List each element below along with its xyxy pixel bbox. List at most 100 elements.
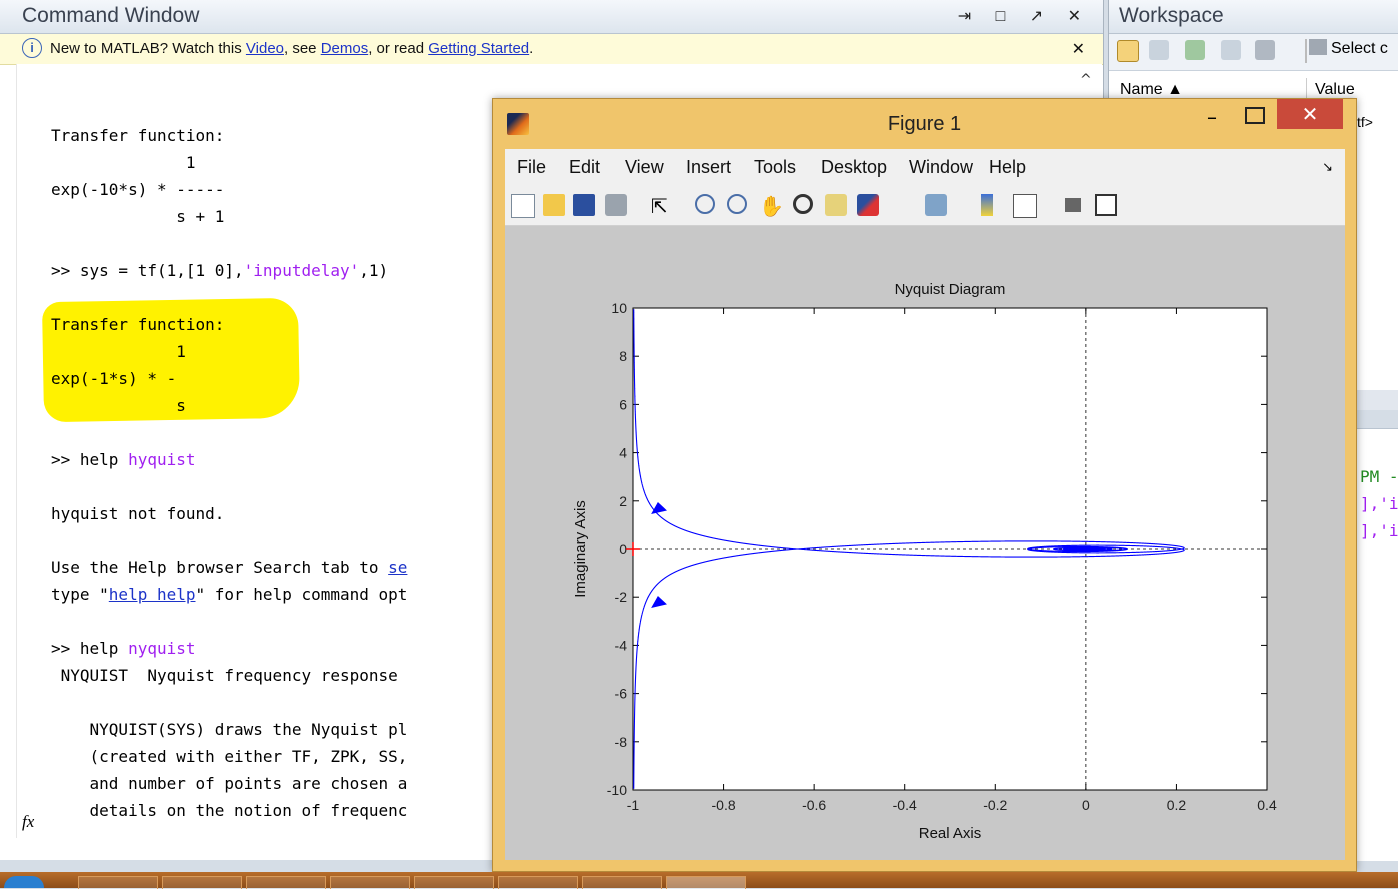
history-entry[interactable]: PM -: [1360, 463, 1398, 490]
hide-plot-tools-icon[interactable]: [1065, 198, 1081, 212]
demos-link[interactable]: Demos: [321, 40, 369, 57]
brush-icon[interactable]: [857, 194, 879, 216]
menu-file[interactable]: File: [517, 157, 546, 178]
info-suffix: .: [529, 40, 534, 57]
figure-titlebar[interactable]: Figure 1 – ✕: [493, 99, 1356, 149]
maximize-icon[interactable]: [1245, 107, 1265, 124]
y-tick-label: 6: [619, 396, 627, 412]
show-plot-tools-icon[interactable]: [1095, 194, 1117, 216]
command-line: [51, 527, 407, 554]
menu-tools[interactable]: Tools: [754, 157, 796, 178]
command-line: [51, 230, 407, 257]
taskbar-app-matlab[interactable]: [666, 876, 746, 889]
y-tick-label: -4: [615, 637, 628, 653]
menu-help[interactable]: Help: [989, 157, 1026, 178]
zoom-out-icon[interactable]: [727, 194, 747, 214]
taskbar-app[interactable]: [246, 876, 326, 889]
column-header-name[interactable]: Name ▲: [1120, 81, 1183, 99]
fx-icon[interactable]: fx: [22, 812, 34, 832]
taskbar-app[interactable]: [330, 876, 410, 889]
select-data-button[interactable]: Select c: [1309, 39, 1388, 58]
command-line: s + 1: [51, 207, 225, 226]
workspace-row-value[interactable]: tf>: [1357, 114, 1373, 130]
menu-edit[interactable]: Edit: [569, 157, 600, 178]
menubar-dock-icon[interactable]: ↘: [1322, 159, 1333, 175]
x-axis-label: Real Axis: [919, 825, 982, 842]
command-line: 1: [51, 342, 186, 361]
taskbar-app[interactable]: [414, 876, 494, 889]
getting-started-link[interactable]: Getting Started: [428, 40, 529, 57]
rotate-3d-icon[interactable]: [793, 194, 813, 214]
menu-desktop[interactable]: Desktop: [821, 157, 887, 178]
command-line: details on the notion of frequenc: [51, 801, 408, 820]
command-line: and number of points are chosen a: [51, 774, 408, 793]
print-figure-icon[interactable]: [605, 194, 627, 216]
open-variable-icon[interactable]: [1149, 40, 1169, 60]
figure-menubar: File Edit View Insert Tools Desktop Wind…: [505, 149, 1345, 185]
select-data-icon: [1309, 39, 1327, 55]
y-tick-label: 8: [619, 348, 627, 364]
zoom-in-icon[interactable]: [695, 194, 715, 214]
menu-view[interactable]: View: [625, 157, 664, 178]
new-variable-icon[interactable]: [1117, 40, 1139, 62]
figure-toolbar: ⇱ ✋: [505, 185, 1345, 226]
workspace-hscrollbar[interactable]: [1357, 390, 1398, 410]
save-workspace-icon[interactable]: [1221, 40, 1241, 60]
workspace-titlebar: Workspace: [1109, 0, 1398, 34]
new-figure-icon[interactable]: [511, 194, 535, 218]
link-plot-icon[interactable]: [925, 194, 947, 216]
y-tick-label: 4: [619, 445, 627, 461]
workspace-title: Workspace: [1119, 4, 1224, 27]
command-text: Transfer function: 1 exp(-10*s) * ----- s…: [51, 122, 407, 838]
pan-icon[interactable]: ✋: [759, 194, 784, 218]
column-header-value[interactable]: Value: [1315, 81, 1355, 99]
plot-select-icon[interactable]: [1305, 39, 1307, 63]
edit-plot-icon[interactable]: ⇱: [651, 194, 673, 218]
command-line: hyquist not found.: [51, 504, 225, 523]
open-file-icon[interactable]: [543, 194, 565, 216]
nyquist-plot[interactable]: -1 -0.8 -0.6 -0.4 -0.2 0 0.2 0.4-10-8-6-4-20246…: [505, 226, 1345, 860]
save-icon[interactable]: [573, 194, 595, 216]
import-data-icon[interactable]: [1185, 40, 1205, 60]
command-window-controls[interactable]: ⇥ □ ↗ ✕: [958, 6, 1091, 26]
minimize-icon[interactable]: –: [1207, 105, 1229, 129]
scroll-up-icon[interactable]: ^: [1080, 72, 1092, 88]
y-tick-label: 10: [611, 300, 627, 316]
info-message: New to MATLAB? Watch this Video, see Dem…: [50, 40, 533, 57]
command-line: [51, 473, 407, 500]
command-line: exp(-10*s) * -----: [51, 180, 225, 199]
x-tick-label: 0: [1082, 797, 1090, 813]
taskbar-app[interactable]: [498, 876, 578, 889]
start-button[interactable]: [4, 876, 44, 888]
select-data-label: Select c: [1331, 40, 1388, 57]
command-line: exp(-1*s) * -: [51, 369, 177, 388]
menu-insert[interactable]: Insert: [686, 157, 731, 178]
command-line: >> sys = tf(1,[1 0],'inputdelay',1): [51, 261, 389, 280]
info-close-icon[interactable]: ✕: [1072, 39, 1085, 59]
history-entry[interactable]: ],'i: [1360, 490, 1398, 517]
figure-canvas[interactable]: -1 -0.8 -0.6 -0.4 -0.2 0 0.2 0.4 -10 -8 -6 -4 -2 0 2 4 6…: [505, 226, 1345, 860]
video-link[interactable]: Video: [246, 40, 284, 57]
print-icon[interactable]: [1255, 40, 1275, 60]
x-tick-label: 0.4: [1257, 797, 1277, 813]
command-line: [51, 689, 407, 716]
colorbar-icon[interactable]: [981, 194, 993, 216]
taskbar-app[interactable]: [162, 876, 242, 889]
menu-window[interactable]: Window: [909, 157, 973, 178]
windows-taskbar: [0, 872, 1398, 889]
legend-icon[interactable]: [1013, 194, 1037, 218]
info-mid-1: , see: [284, 40, 321, 57]
x-tick-label: -0.2: [983, 797, 1007, 813]
command-history-list[interactable]: PM -],'i],'i: [1360, 463, 1398, 544]
chart-title: Nyquist Diagram: [895, 281, 1006, 298]
taskbar-app[interactable]: [582, 876, 662, 889]
close-icon[interactable]: ✕: [1277, 99, 1343, 129]
info-mid-2: , or read: [368, 40, 429, 57]
taskbar-app[interactable]: [78, 876, 158, 889]
info-icon: i: [22, 38, 42, 58]
data-cursor-icon[interactable]: [825, 194, 847, 216]
history-entry[interactable]: ],'i: [1360, 517, 1398, 544]
workspace-toolbar: Select c: [1109, 34, 1398, 71]
command-line: (created with either TF, ZPK, SS,: [51, 747, 408, 766]
info-bar: i New to MATLAB? Watch this Video, see D…: [0, 34, 1103, 65]
